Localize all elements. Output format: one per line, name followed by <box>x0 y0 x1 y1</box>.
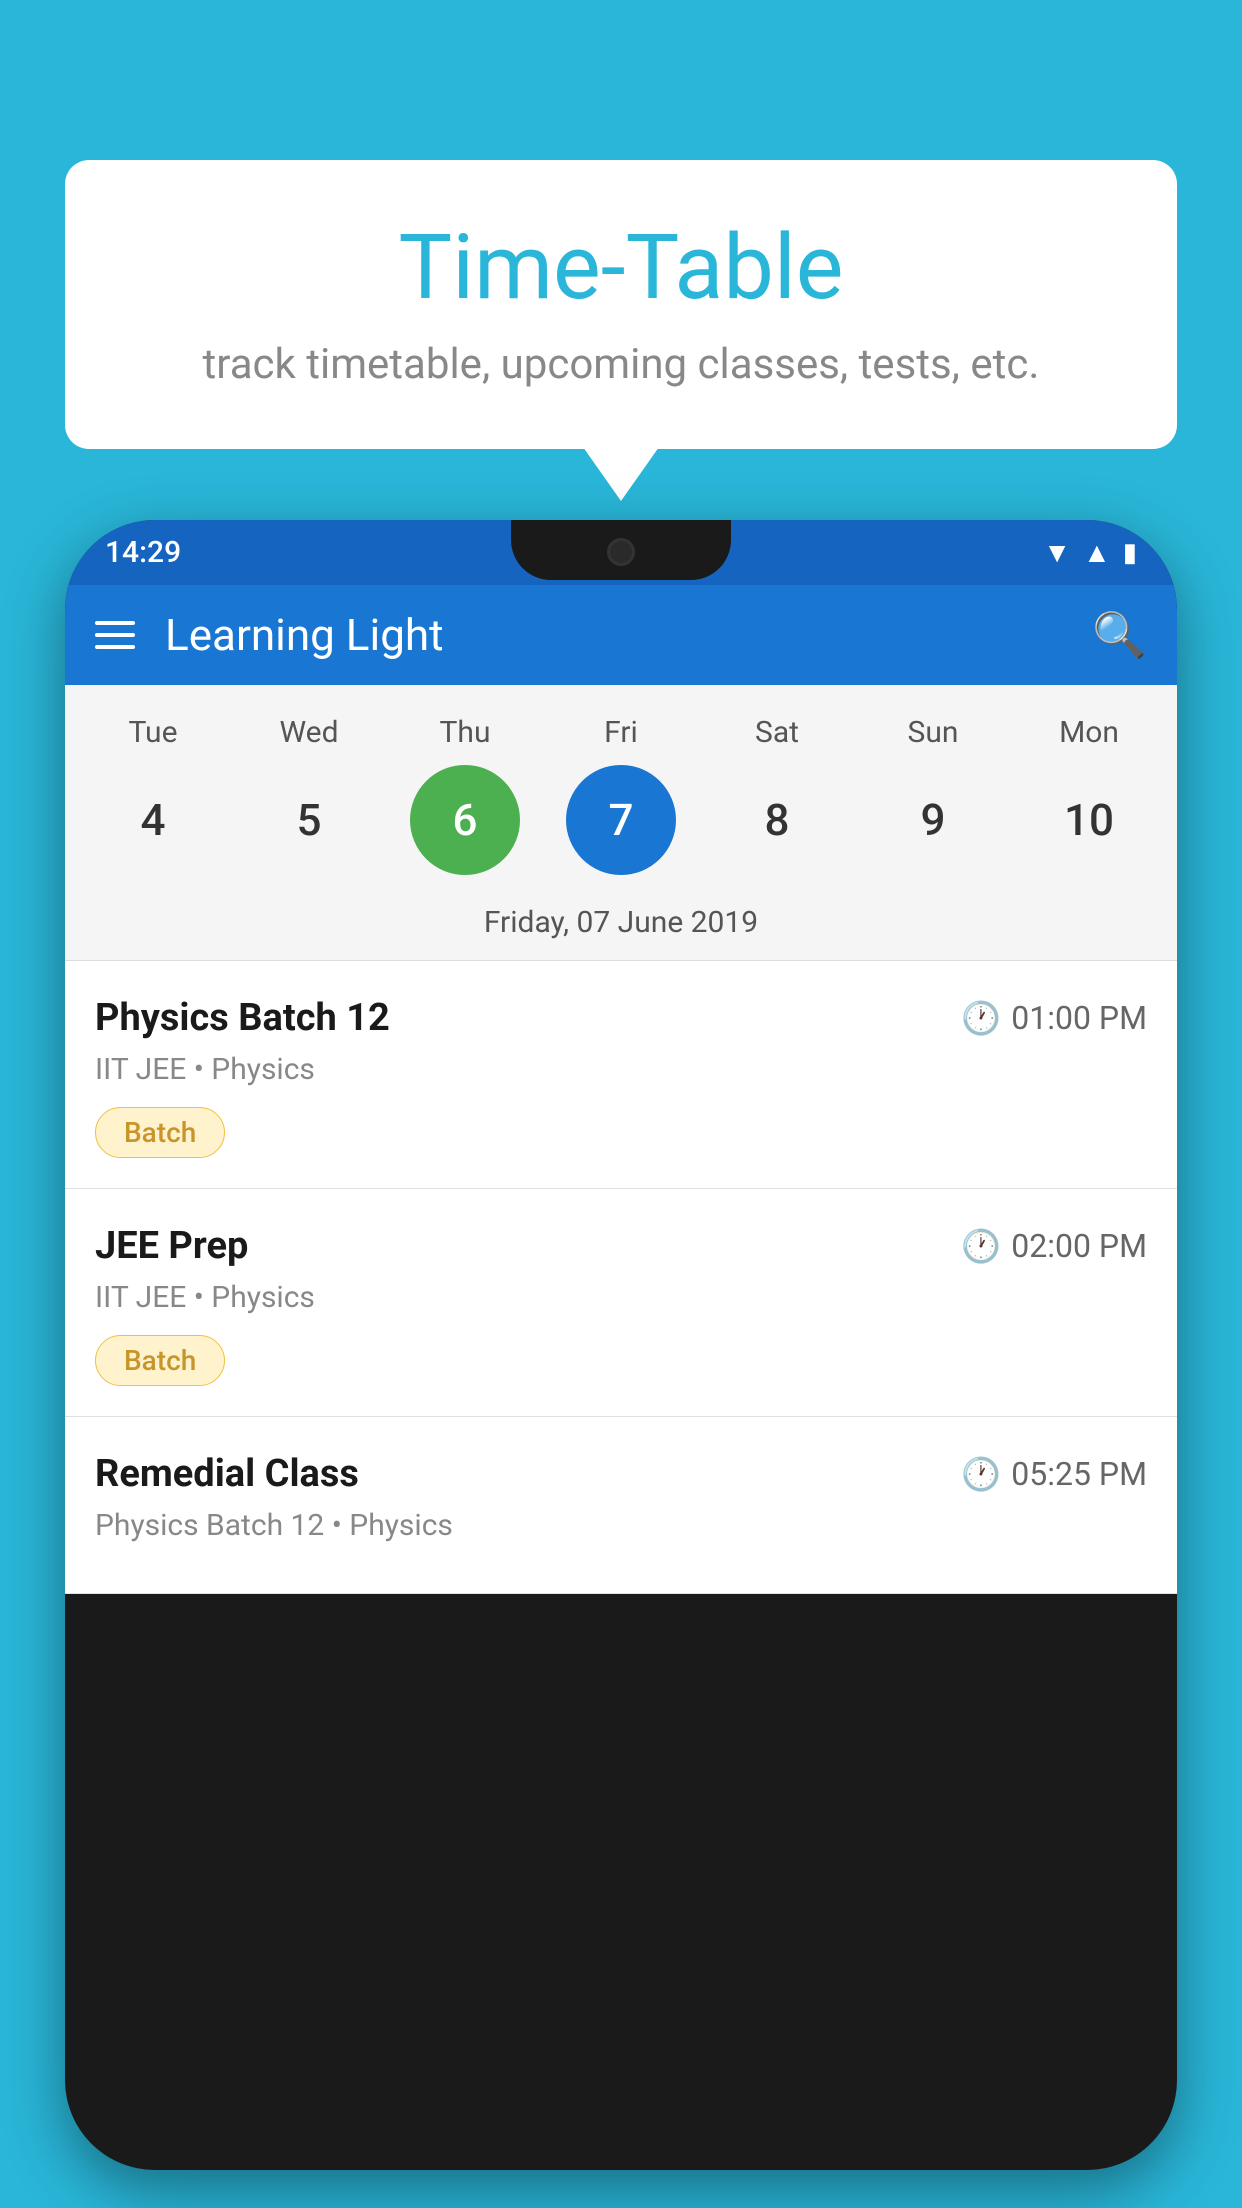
battery-icon: ▮ <box>1123 538 1137 568</box>
schedule-title-2: JEE Prep <box>95 1224 248 1268</box>
time-value-2: 02:00 PM <box>1011 1227 1147 1265</box>
schedule-list: Physics Batch 12 🕐 01:00 PM IIT JEE • Ph… <box>65 961 1177 1594</box>
schedule-subtitle-2: IIT JEE • Physics <box>95 1280 1147 1315</box>
app-title: Learning Light <box>165 609 1092 661</box>
schedule-subtitle-3: Physics Batch 12 • Physics <box>95 1508 1147 1543</box>
app-bar: Learning Light 🔍 <box>65 585 1177 685</box>
phone-camera <box>607 538 635 566</box>
schedule-subtitle-1: IIT JEE • Physics <box>95 1052 1147 1087</box>
speech-bubble: Time-Table track timetable, upcoming cla… <box>65 160 1177 449</box>
selected-date-label: Friday, 07 June 2019 <box>65 895 1177 961</box>
signal-icon: ▲ <box>1083 536 1111 569</box>
calendar-dates: 4 5 6 7 8 9 10 <box>65 750 1177 895</box>
day-mon: Mon <box>1024 715 1154 750</box>
time-value-3: 05:25 PM <box>1011 1455 1147 1493</box>
day-sun: Sun <box>868 715 998 750</box>
wifi-icon: ▼ <box>1043 536 1071 569</box>
batch-tag-2: Batch <box>95 1335 225 1386</box>
clock-icon-3: 🕐 <box>961 1455 1001 1493</box>
schedule-title-1: Physics Batch 12 <box>95 996 390 1040</box>
schedule-time-1: 🕐 01:00 PM <box>961 999 1147 1037</box>
phone-container: 14:29 ▼ ▲ ▮ Learning Light 🔍 Tue Wed Thu <box>65 520 1177 2208</box>
date-5[interactable]: 5 <box>254 765 364 875</box>
day-wed: Wed <box>244 715 374 750</box>
schedule-time-3: 🕐 05:25 PM <box>961 1455 1147 1493</box>
phone-notch <box>511 520 731 580</box>
time-value-1: 01:00 PM <box>1011 999 1147 1037</box>
schedule-item-3[interactable]: Remedial Class 🕐 05:25 PM Physics Batch … <box>65 1417 1177 1594</box>
hamburger-menu[interactable] <box>95 621 135 649</box>
bubble-subtitle: track timetable, upcoming classes, tests… <box>125 340 1117 389</box>
date-8[interactable]: 8 <box>722 765 832 875</box>
day-tue: Tue <box>88 715 218 750</box>
date-4[interactable]: 4 <box>98 765 208 875</box>
day-fri: Fri <box>556 715 686 750</box>
speech-bubble-section: Time-Table track timetable, upcoming cla… <box>65 160 1177 449</box>
calendar-strip: Tue Wed Thu Fri Sat Sun Mon 4 5 6 7 8 9 … <box>65 685 1177 961</box>
status-time: 14:29 <box>105 535 181 570</box>
date-6-today[interactable]: 6 <box>410 765 520 875</box>
date-7-selected[interactable]: 7 <box>566 765 676 875</box>
schedule-item-header-1: Physics Batch 12 🕐 01:00 PM <box>95 996 1147 1040</box>
phone-frame: 14:29 ▼ ▲ ▮ Learning Light 🔍 Tue Wed Thu <box>65 520 1177 2170</box>
batch-tag-1: Batch <box>95 1107 225 1158</box>
schedule-time-2: 🕐 02:00 PM <box>961 1227 1147 1265</box>
schedule-item-2[interactable]: JEE Prep 🕐 02:00 PM IIT JEE • Physics Ba… <box>65 1189 1177 1417</box>
date-10[interactable]: 10 <box>1034 765 1144 875</box>
day-thu: Thu <box>400 715 530 750</box>
search-icon[interactable]: 🔍 <box>1092 609 1147 661</box>
schedule-title-3: Remedial Class <box>95 1452 359 1496</box>
day-sat: Sat <box>712 715 842 750</box>
date-9[interactable]: 9 <box>878 765 988 875</box>
clock-icon-2: 🕐 <box>961 1227 1001 1265</box>
calendar-days-header: Tue Wed Thu Fri Sat Sun Mon <box>65 705 1177 750</box>
bubble-title: Time-Table <box>125 215 1117 320</box>
schedule-item-1[interactable]: Physics Batch 12 🕐 01:00 PM IIT JEE • Ph… <box>65 961 1177 1189</box>
clock-icon-1: 🕐 <box>961 999 1001 1037</box>
status-icons: ▼ ▲ ▮ <box>1043 536 1137 569</box>
schedule-item-header-2: JEE Prep 🕐 02:00 PM <box>95 1224 1147 1268</box>
schedule-item-header-3: Remedial Class 🕐 05:25 PM <box>95 1452 1147 1496</box>
